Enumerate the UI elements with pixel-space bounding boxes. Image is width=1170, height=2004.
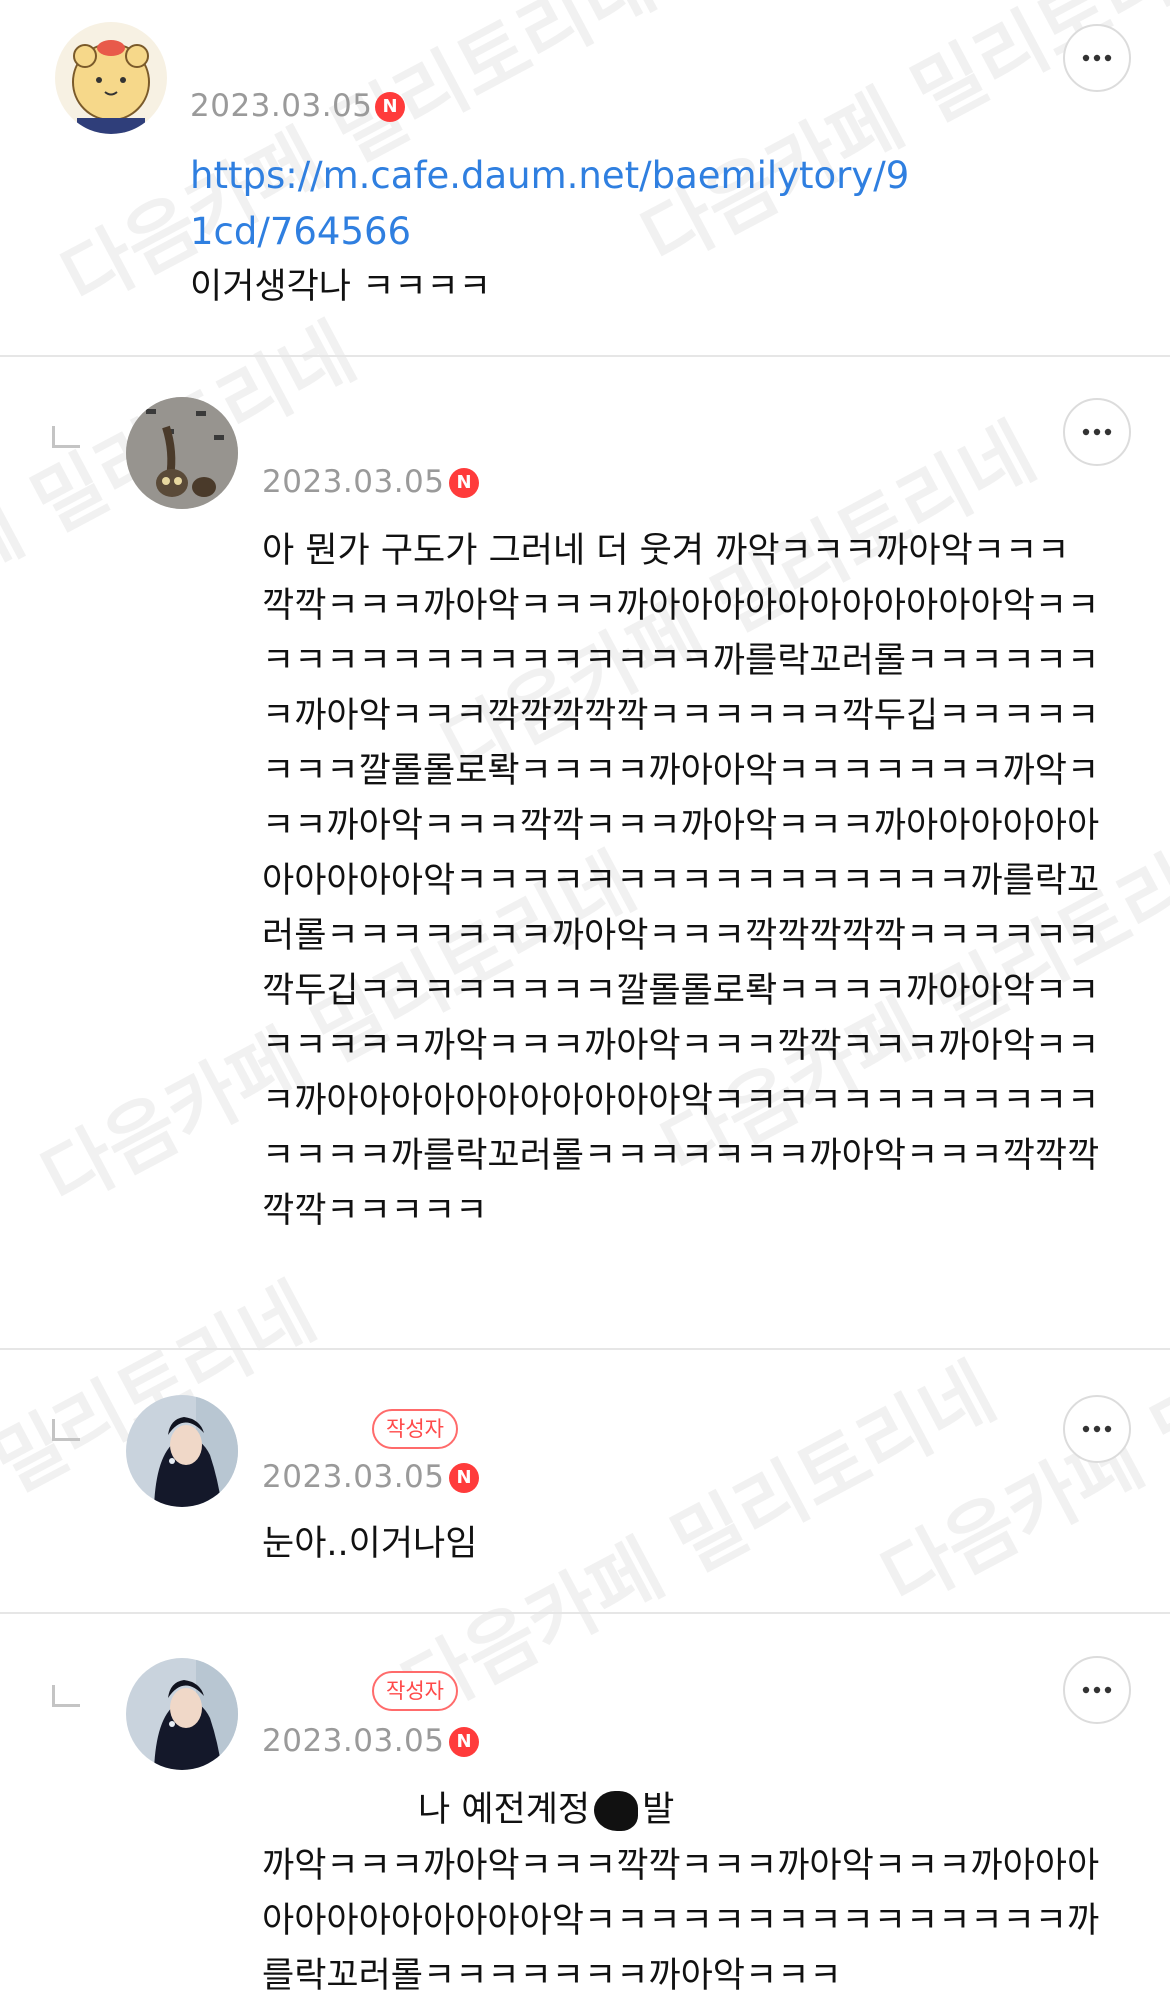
comment-text: 눈아..이거나임 (262, 1524, 478, 1564)
more-options-button[interactable] (1063, 398, 1131, 466)
avatar[interactable] (126, 397, 238, 509)
author-badge: 작성자 (372, 1671, 458, 1711)
avatar[interactable] (55, 22, 167, 134)
comment-text-after: 발 (642, 1790, 675, 1830)
new-badge: N (449, 1463, 479, 1493)
author-badge: 작성자 (372, 1409, 458, 1449)
profile-photo-avatar-icon (126, 1658, 238, 1770)
new-badge: N (449, 468, 479, 498)
comment-text-before: 나 예전계정 (418, 1790, 591, 1830)
comment-text: 아 뭔가 구도가 그러네 더 웃겨 까악ㅋㅋㅋ까아악ㅋㅋㅋ깍깍ㅋㅋㅋ까아악ㅋㅋㅋ… (262, 531, 1100, 1231)
redacted-blob-icon (594, 1791, 639, 1831)
comment-date: 2023.03.05 (262, 464, 445, 500)
reply-indent-icon (52, 426, 80, 448)
divider (0, 355, 1170, 357)
more-horizontal-icon (1082, 1425, 1112, 1433)
comment-text: 이거생각나 ㅋㅋㅋㅋ (190, 267, 491, 307)
reply-indent-icon (52, 1685, 80, 1707)
avatar[interactable] (126, 1658, 238, 1770)
new-badge: N (375, 92, 405, 122)
comment-text-first-line: 나 예전계정 발 (418, 1783, 1018, 1838)
cat-photo-avatar-icon (126, 397, 238, 509)
more-horizontal-icon (1082, 428, 1112, 436)
more-options-button[interactable] (1063, 1656, 1131, 1724)
comment-text: 까악ㅋㅋㅋ까아악ㅋㅋㅋ깍깍ㅋㅋㅋ까아악ㅋㅋㅋ까아아아아아아아아아아아아악ㅋㅋㅋㅋ… (262, 1846, 1100, 1996)
divider (0, 1612, 1170, 1614)
comment-date: 2023.03.05 (190, 88, 373, 124)
divider (0, 1348, 1170, 1350)
profile-photo-avatar-icon (126, 1395, 238, 1507)
more-horizontal-icon (1082, 54, 1112, 62)
comment-link[interactable]: https://m.cafe.daum.net/baemilytory/91cd… (190, 148, 910, 260)
bear-avatar-icon (55, 22, 167, 134)
new-badge: N (449, 1727, 479, 1757)
reply-indent-icon (52, 1419, 80, 1441)
more-options-button[interactable] (1063, 1395, 1131, 1463)
more-horizontal-icon (1082, 1686, 1112, 1694)
comment-date: 2023.03.05 (262, 1723, 445, 1759)
more-options-button[interactable] (1063, 24, 1131, 92)
avatar[interactable] (126, 1395, 238, 1507)
comment-date: 2023.03.05 (262, 1459, 445, 1495)
